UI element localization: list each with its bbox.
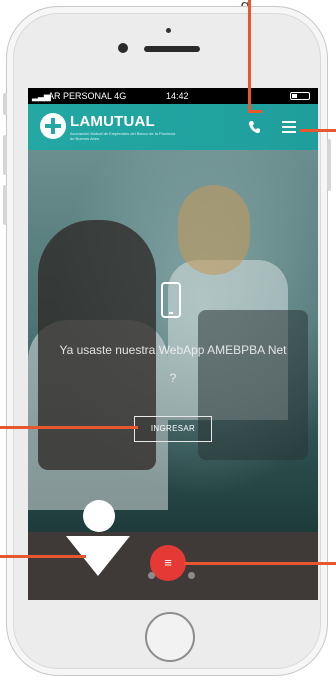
power-button <box>327 139 331 191</box>
hero-photo-person-blonde <box>178 185 250 275</box>
app-header: LAMUTUAL Asociación Mutual de Empleados … <box>28 104 318 150</box>
phone-screen: ▂▃▅ AR PERSONAL 4G 14:42 LAMUTUAL Asocia… <box>28 88 318 600</box>
proximity-sensor <box>166 28 171 33</box>
fab-menu-icon[interactable]: ≡ <box>150 545 186 581</box>
callout-line-arrow <box>0 555 86 558</box>
ingresar-button[interactable]: INGRESAR <box>134 416 212 442</box>
mobile-icon <box>161 282 181 318</box>
status-bar: ▂▃▅ AR PERSONAL 4G 14:42 <box>28 88 318 104</box>
webapp-question: Ya usaste nuestra WebApp AMEBPBA Net ? <box>59 343 287 385</box>
carrier-label: AR PERSONAL 4G <box>48 91 127 101</box>
pager-dot-2[interactable] <box>188 572 195 579</box>
volume-up-button <box>3 135 7 175</box>
callout-line-phone-h <box>248 110 262 113</box>
phone-icon[interactable] <box>246 118 262 136</box>
volume-down-button <box>3 185 7 225</box>
logo-subtitle: Asociación Mutual de Empleados del Banco… <box>70 131 176 141</box>
front-camera <box>118 43 128 53</box>
callout-line-phone-v <box>248 0 251 112</box>
callout-line-ingresar <box>0 426 138 429</box>
menu-icon[interactable] <box>282 121 296 133</box>
hero-section: Ya usaste nuestra WebApp AMEBPBA Net ? I… <box>28 150 318 532</box>
pager-dot-1[interactable] <box>148 572 155 579</box>
home-button[interactable] <box>145 612 195 662</box>
callout-line-fab <box>184 562 336 565</box>
cross-logo-icon <box>40 113 66 139</box>
callout-line-menu <box>300 129 336 132</box>
tutorial-tap-circle <box>83 500 115 532</box>
battery-icon <box>290 92 310 100</box>
earpiece-speaker <box>144 46 200 52</box>
mute-switch <box>3 93 7 115</box>
logo-title: LAMUTUAL <box>70 113 155 130</box>
clock: 14:42 <box>166 91 189 101</box>
